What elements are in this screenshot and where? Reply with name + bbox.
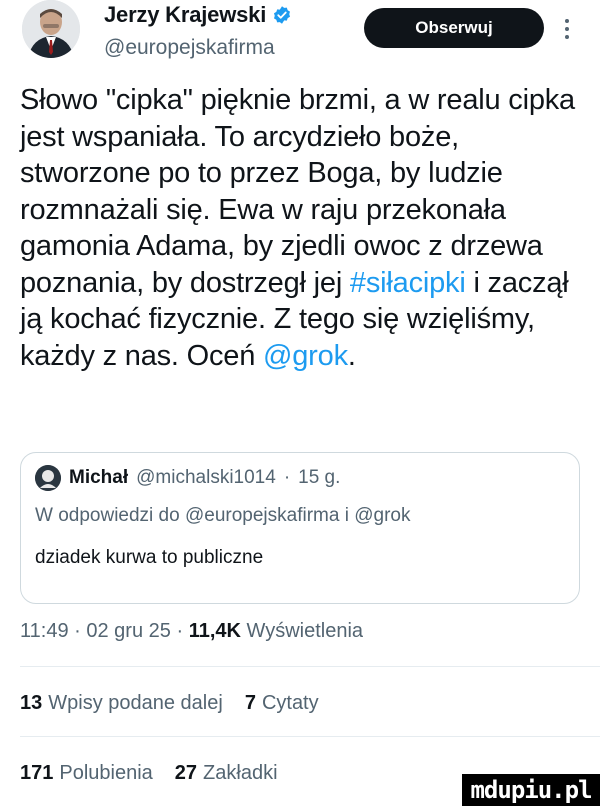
- quote-timestamp[interactable]: 15 g.: [298, 467, 340, 489]
- tweet-text: Słowo "cipka" pięknie brzmi, a w realu c…: [20, 82, 585, 374]
- reposts-label: Wpisy podane dalej: [48, 692, 223, 714]
- reposts-count: 13: [20, 692, 43, 714]
- mention-link[interactable]: @grok: [263, 340, 348, 372]
- follow-button[interactable]: Obserwuj: [364, 8, 544, 48]
- stats-row-likes: 171 Polubienia 27 Zakładki: [20, 762, 278, 785]
- likes-stat[interactable]: 171 Polubienia: [20, 762, 153, 784]
- reply-mention-link[interactable]: @grok: [354, 505, 410, 526]
- views-count: 11,4K: [188, 620, 241, 642]
- bookmarks-count: 27: [174, 762, 198, 784]
- quotes-stat[interactable]: 7 Cytaty: [245, 692, 319, 714]
- site-watermark: mdupiu.pl: [462, 774, 600, 806]
- reply-context: W odpowiedzi do @europejskafirma i @grok: [35, 505, 411, 527]
- stats-row-reposts: 13 Wpisy podane dalej 7 Cytaty: [20, 692, 319, 715]
- likes-label: Polubienia: [59, 762, 153, 784]
- hashtag-link[interactable]: #siłacipki: [350, 267, 466, 299]
- quote-author-handle[interactable]: @michalski1014: [136, 467, 276, 489]
- quoted-tweet[interactable]: Michał @michalski1014 · 15 g. W odpowied…: [20, 452, 580, 604]
- tweet-timestamp-row: 11:49 · 02 gru 25 · 11,4K Wyświetlenia: [20, 620, 363, 643]
- quote-author-avatar[interactable]: [35, 465, 61, 491]
- reply-prefix: W odpowiedzi do: [35, 505, 180, 526]
- quotes-count: 7: [244, 692, 256, 714]
- tweet-header: Jerzy Krajewski @europejskafirma Obserwu…: [0, 0, 600, 80]
- divider: [20, 666, 600, 667]
- likes-count: 171: [20, 762, 54, 784]
- more-options-icon[interactable]: [562, 14, 572, 44]
- author-handle[interactable]: @europejskafirma: [104, 36, 275, 60]
- tweet-date[interactable]: 02 gru 25: [86, 620, 171, 642]
- bookmarks-stat[interactable]: 27 Zakładki: [175, 762, 278, 784]
- separator-dot: ·: [283, 467, 291, 488]
- views-label: Wyświetlenia: [246, 620, 364, 642]
- bookmarks-label: Zakładki: [203, 762, 278, 784]
- verified-badge-icon: [274, 6, 291, 24]
- reply-mention-link[interactable]: @europejskafirma: [185, 505, 339, 526]
- author-avatar[interactable]: [22, 0, 80, 58]
- tweet-text-part: .: [347, 339, 356, 372]
- reposts-stat[interactable]: 13 Wpisy podane dalej: [20, 692, 223, 714]
- reply-and: i: [344, 505, 349, 526]
- tweet-time[interactable]: 11:49: [20, 620, 69, 642]
- separator-dot: ·: [176, 620, 184, 642]
- separator-dot: ·: [74, 620, 81, 642]
- quotes-label: Cytaty: [261, 692, 319, 714]
- divider: [20, 736, 600, 737]
- quote-body: dziadek kurwa to publiczne: [35, 547, 264, 568]
- author-name[interactable]: Jerzy Krajewski: [104, 2, 266, 28]
- quote-author-name[interactable]: Michał: [69, 467, 128, 489]
